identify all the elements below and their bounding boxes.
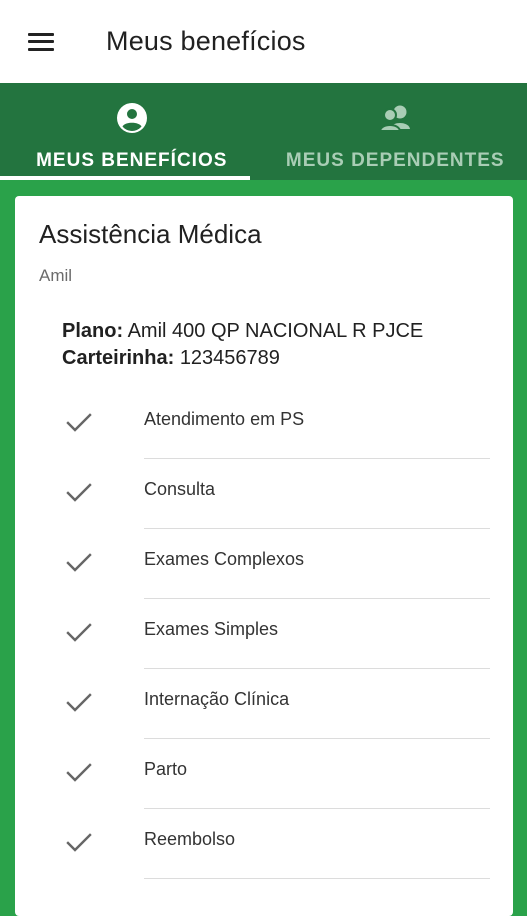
benefit-item: Reembolso xyxy=(15,809,513,879)
benefit-item: Exames Complexos xyxy=(15,529,513,599)
tab-meus-dependentes[interactable]: MEUS DEPENDENTES xyxy=(264,83,527,180)
divider xyxy=(144,878,490,879)
benefit-item: Atendimento em PS xyxy=(15,389,513,459)
card-number-info: Carteirinha: 123456789 xyxy=(62,347,280,370)
check-icon xyxy=(64,757,94,787)
tab-label: MEUS BENEFÍCIOS xyxy=(36,150,227,172)
check-icon xyxy=(64,407,94,437)
benefit-item: Internação Clínica xyxy=(15,669,513,739)
benefit-item: Exames Simples xyxy=(15,599,513,669)
people-icon xyxy=(377,100,413,136)
benefit-label: Reembolso xyxy=(144,829,235,850)
card-number-value: 123456789 xyxy=(180,347,280,369)
benefit-label: Atendimento em PS xyxy=(144,409,304,430)
check-icon xyxy=(64,477,94,507)
check-icon xyxy=(64,547,94,577)
tab-bar: MEUS BENEFÍCIOS MEUS DEPENDENTES xyxy=(0,83,527,180)
app-bar: Meus benefícios xyxy=(0,0,527,83)
card-title: Assistência Médica xyxy=(39,219,262,250)
check-icon xyxy=(64,617,94,647)
plan-value: Amil 400 QP NACIONAL R PJCE xyxy=(128,320,424,342)
check-icon xyxy=(64,827,94,857)
benefit-list: Atendimento em PS Consulta Exames Comple… xyxy=(15,389,513,879)
tab-label: MEUS DEPENDENTES xyxy=(286,150,505,172)
benefit-label: Exames Simples xyxy=(144,619,278,640)
card-number-label: Carteirinha: xyxy=(62,347,174,369)
menu-button[interactable] xyxy=(0,0,84,83)
benefit-item: Parto xyxy=(15,739,513,809)
benefit-label: Exames Complexos xyxy=(144,549,304,570)
benefit-label: Internação Clínica xyxy=(144,689,289,710)
person-circle-icon xyxy=(116,100,148,136)
benefit-card: Assistência Médica Amil Plano: Amil 400 … xyxy=(15,196,513,916)
benefit-item: Consulta xyxy=(15,459,513,529)
benefit-label: Consulta xyxy=(144,479,215,500)
provider-name: Amil xyxy=(39,266,72,286)
active-tab-indicator xyxy=(0,176,250,180)
check-icon xyxy=(64,687,94,717)
plan-label: Plano: xyxy=(62,320,123,342)
plan-info: Plano: Amil 400 QP NACIONAL R PJCE xyxy=(62,320,423,343)
benefit-label: Parto xyxy=(144,759,187,780)
tab-meus-beneficios[interactable]: MEUS BENEFÍCIOS xyxy=(0,83,264,180)
page-title: Meus benefícios xyxy=(106,26,306,57)
hamburger-menu-icon xyxy=(28,33,54,51)
